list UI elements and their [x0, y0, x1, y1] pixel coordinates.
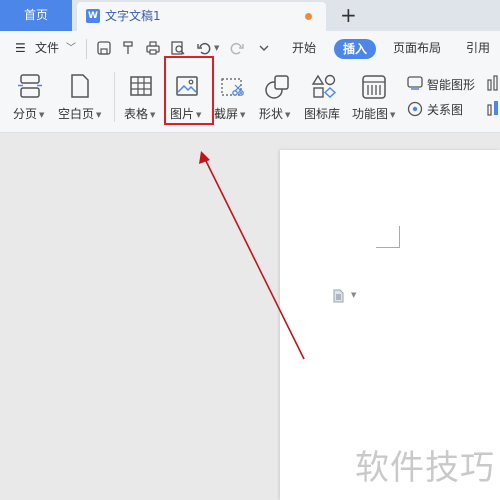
- annotation-arrow: [199, 151, 305, 360]
- watermark-text: 软件技巧: [355, 448, 495, 488]
